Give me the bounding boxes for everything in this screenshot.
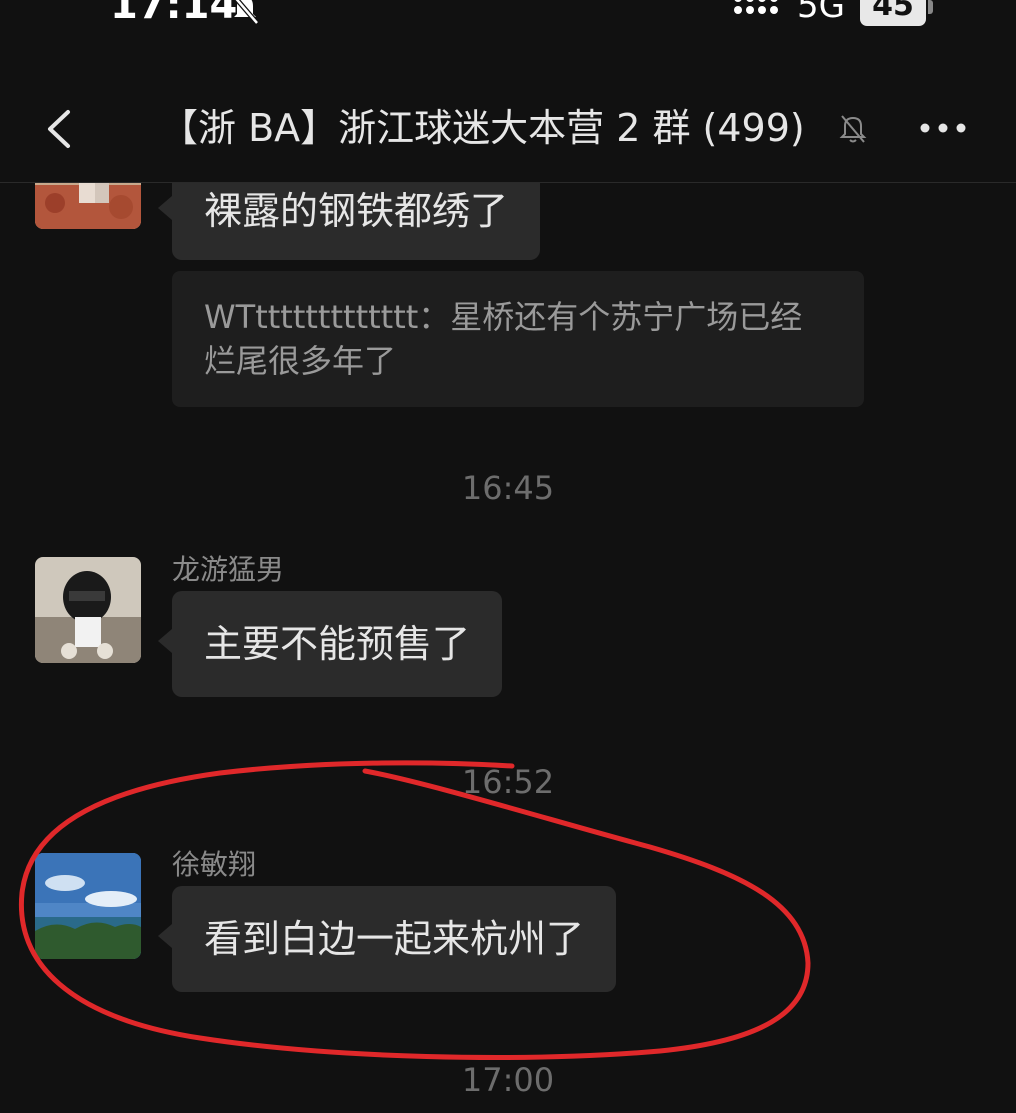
bell-off-icon [839,115,867,143]
avatar[interactable] [35,853,141,959]
battery-icon: 45 [860,0,926,26]
quoted-message[interactable]: WTttttttttttttt：星桥还有个苏宁广场已经烂尾很多年了 [172,271,864,407]
avatar[interactable] [35,557,141,663]
message-bubble[interactable]: 裸露的钢铁都绣了 [157,183,541,260]
timestamp: 17:00 [461,1061,555,1099]
chat-message-list[interactable]: 裸露的钢铁都绣了 WTttttttttttttt：星桥还有个苏宁广场已经烂尾很多… [0,183,1016,1113]
ellipsis-icon[interactable] [914,106,972,150]
sender-name: 徐敏翔 [172,848,257,881]
timestamp: 16:45 [461,469,555,507]
chevron-left-icon[interactable] [36,104,86,154]
chat-title: 【浙 BA】浙江球迷大本营 2 群 (499) [160,106,805,150]
battery-tip [928,0,933,14]
sender-name: 龙游猛男 [172,553,285,586]
message-bubble[interactable]: 看到白边一起来杭州了 [157,886,617,992]
signal-icon [734,0,778,14]
status-time: 17:14 [110,0,238,28]
bell-off-icon [233,0,259,25]
network-label: 5G [797,0,845,26]
timestamp: 16:52 [461,763,555,801]
avatar[interactable] [35,183,141,229]
status-bar: 17:14 5G 45 [0,0,1016,40]
message-bubble[interactable]: 主要不能预售了 [157,591,503,697]
chat-header: 【浙 BA】浙江球迷大本营 2 群 (499) [0,84,1016,183]
